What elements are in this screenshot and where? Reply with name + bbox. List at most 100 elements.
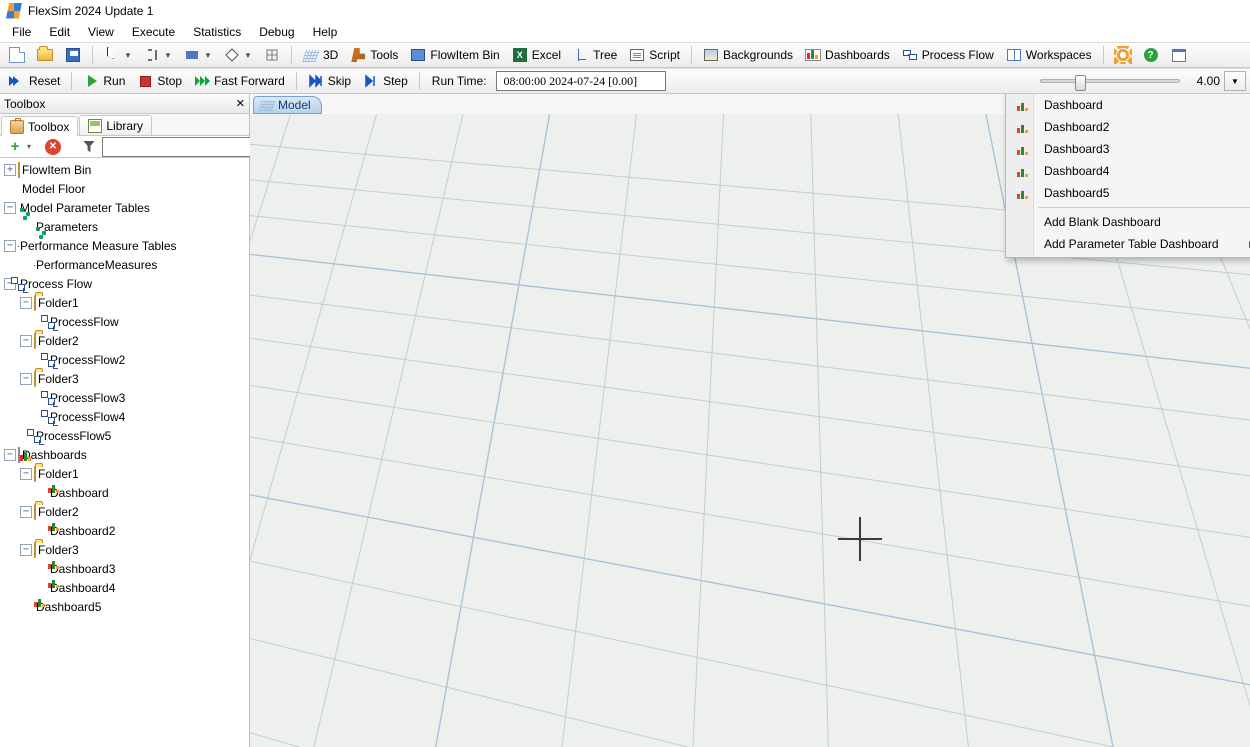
tree-dash-folder1[interactable]: −Folder1 [0, 464, 249, 483]
tree-pf-folder3[interactable]: −Folder3 [0, 369, 249, 388]
skip-button[interactable]: Skip [303, 70, 356, 92]
help-button[interactable]: ? [1138, 44, 1164, 66]
folder-icon [34, 333, 36, 349]
dashboards-button[interactable]: Dashboards [800, 44, 895, 66]
tree-model-param-tables[interactable]: −Model Parameter Tables [0, 198, 249, 217]
menu-edit[interactable]: Edit [43, 23, 76, 41]
shape-button[interactable]: ▼ [179, 44, 217, 66]
panel-close-button[interactable]: ✕ [236, 97, 245, 110]
tree-parameters[interactable]: Parameters [0, 217, 249, 236]
edit-mode-icon [224, 47, 240, 63]
menu-add-parameter-table-dashboard[interactable]: Add Parameter Table Dashboard▶ [1008, 233, 1250, 255]
settings-button[interactable] [1110, 44, 1136, 66]
connector-button[interactable]: ▼ [139, 44, 177, 66]
speed-slider[interactable] [1040, 79, 1180, 83]
tree-model-floor[interactable]: Model Floor [0, 179, 249, 198]
filter-button[interactable] [80, 136, 98, 158]
menu-dashboard2[interactable]: Dashboard2 [1008, 116, 1250, 138]
menu-view[interactable]: View [82, 23, 120, 41]
stop-button[interactable]: Stop [132, 70, 187, 92]
delete-button[interactable]: ✕ [42, 136, 64, 158]
calendar-icon [1172, 49, 1186, 62]
menu-separator [1038, 207, 1250, 208]
run-button[interactable]: Run [78, 70, 130, 92]
document-icon [9, 47, 25, 63]
play-icon [88, 75, 97, 87]
tree-pf-folder2[interactable]: −Folder2 [0, 331, 249, 350]
tree-pf-folder1[interactable]: −Folder1 [0, 293, 249, 312]
tab-library[interactable]: Library [79, 115, 152, 135]
pointer-button[interactable]: ▼ [99, 44, 137, 66]
toolbox-panel: Toolbox ✕ Toolbox Library +▾ ✕ ? +FlowIt… [0, 94, 250, 747]
dashboard-item-icon [1017, 100, 1032, 111]
menu-help[interactable]: Help [307, 23, 344, 41]
panel-title-bar: Toolbox ✕ [0, 94, 249, 114]
separator [92, 46, 93, 64]
menu-debug[interactable]: Debug [253, 23, 300, 41]
view-tab-model[interactable]: Model [253, 96, 322, 114]
process-flow-button[interactable]: Process Flow [897, 44, 999, 66]
run-time-display[interactable]: 08:00:00 2024-07-24 [0.00] [496, 71, 666, 91]
tree-button[interactable]: Tree [568, 44, 622, 66]
save-button[interactable] [60, 44, 86, 66]
tree-dash-folder2[interactable]: −Folder2 [0, 502, 249, 521]
excel-button[interactable]: XExcel [507, 44, 566, 66]
snap-button[interactable] [259, 44, 285, 66]
add-button[interactable]: +▾ [4, 136, 38, 158]
process-flow-icon [903, 48, 917, 62]
fast-forward-icon [194, 73, 210, 89]
chevron-down-icon: ▼ [244, 51, 252, 60]
menu-dashboard5[interactable]: Dashboard5 [1008, 182, 1250, 204]
stop-icon [140, 76, 151, 87]
toolbar-main: ▼ ▼ ▼ ▼ 3D Tools FlowItem Bin XExcel Tre… [0, 42, 1250, 68]
edit-mode-button[interactable]: ▼ [219, 44, 257, 66]
folder-icon [34, 295, 36, 311]
tab-toolbox[interactable]: Toolbox [1, 116, 78, 136]
tree-dash-folder3[interactable]: −Folder3 [0, 540, 249, 559]
tree-flowitem-bin[interactable]: +FlowItem Bin [0, 160, 249, 179]
tree-dashboard1[interactable]: Dashboard [0, 483, 249, 502]
tree-processflow3[interactable]: ProcessFlow3 [0, 388, 249, 407]
menu-add-blank-dashboard[interactable]: Add Blank Dashboard [1008, 211, 1250, 233]
fast-forward-button[interactable]: Fast Forward [189, 70, 290, 92]
menu-execute[interactable]: Execute [126, 23, 181, 41]
tree-dashboard2[interactable]: Dashboard2 [0, 521, 249, 540]
tree-processflow5[interactable]: ProcessFlow5 [0, 426, 249, 445]
menu-dashboard[interactable]: Dashboard [1008, 94, 1250, 116]
3d-view-button[interactable]: 3D [298, 44, 343, 66]
step-button[interactable]: Step [358, 70, 413, 92]
script-button[interactable]: Script [624, 44, 685, 66]
tree-process-flow[interactable]: −Process Flow [0, 274, 249, 293]
tree-dashboard4[interactable]: Dashboard4 [0, 578, 249, 597]
toolbox-icon [10, 120, 24, 134]
tree-dashboard5[interactable]: Dashboard5 [0, 597, 249, 616]
backgrounds-button[interactable]: Backgrounds [698, 44, 798, 66]
open-button[interactable] [32, 44, 58, 66]
menu-bar: File Edit View Execute Statistics Debug … [0, 22, 1250, 42]
tree-perf-tables[interactable]: −Performance Measure Tables [0, 236, 249, 255]
tree-processflow1[interactable]: ProcessFlow [0, 312, 249, 331]
menu-dashboard3[interactable]: Dashboard3 [1008, 138, 1250, 160]
panel-title: Toolbox [4, 97, 45, 111]
viewport[interactable]: Model [250, 94, 1250, 747]
flowitem-bin-button[interactable]: FlowItem Bin [405, 44, 504, 66]
app-logo-icon [6, 3, 22, 19]
new-button[interactable] [4, 44, 30, 66]
chevron-down-icon: ▼ [204, 51, 212, 60]
folder-icon [34, 466, 36, 482]
tree-processflow2[interactable]: ProcessFlow2 [0, 350, 249, 369]
dashboard-icon [805, 49, 821, 61]
reset-button[interactable]: Reset [4, 70, 65, 92]
menu-statistics[interactable]: Statistics [187, 23, 247, 41]
tree-processflow4[interactable]: ProcessFlow4 [0, 407, 249, 426]
tree-dashboards[interactable]: −Dashboards [0, 445, 249, 464]
tree-perf-measures[interactable]: PerformanceMeasures [0, 255, 249, 274]
search-input[interactable] [102, 137, 267, 157]
menu-dashboard4[interactable]: Dashboard4 [1008, 160, 1250, 182]
tree-dashboard3[interactable]: Dashboard3 [0, 559, 249, 578]
tools-button[interactable]: Tools [345, 44, 403, 66]
workspaces-button[interactable]: Workspaces [1001, 44, 1097, 66]
speed-dropdown[interactable]: ▼ [1224, 71, 1246, 91]
menu-file[interactable]: File [6, 23, 37, 41]
calendar-button[interactable] [1166, 44, 1192, 66]
